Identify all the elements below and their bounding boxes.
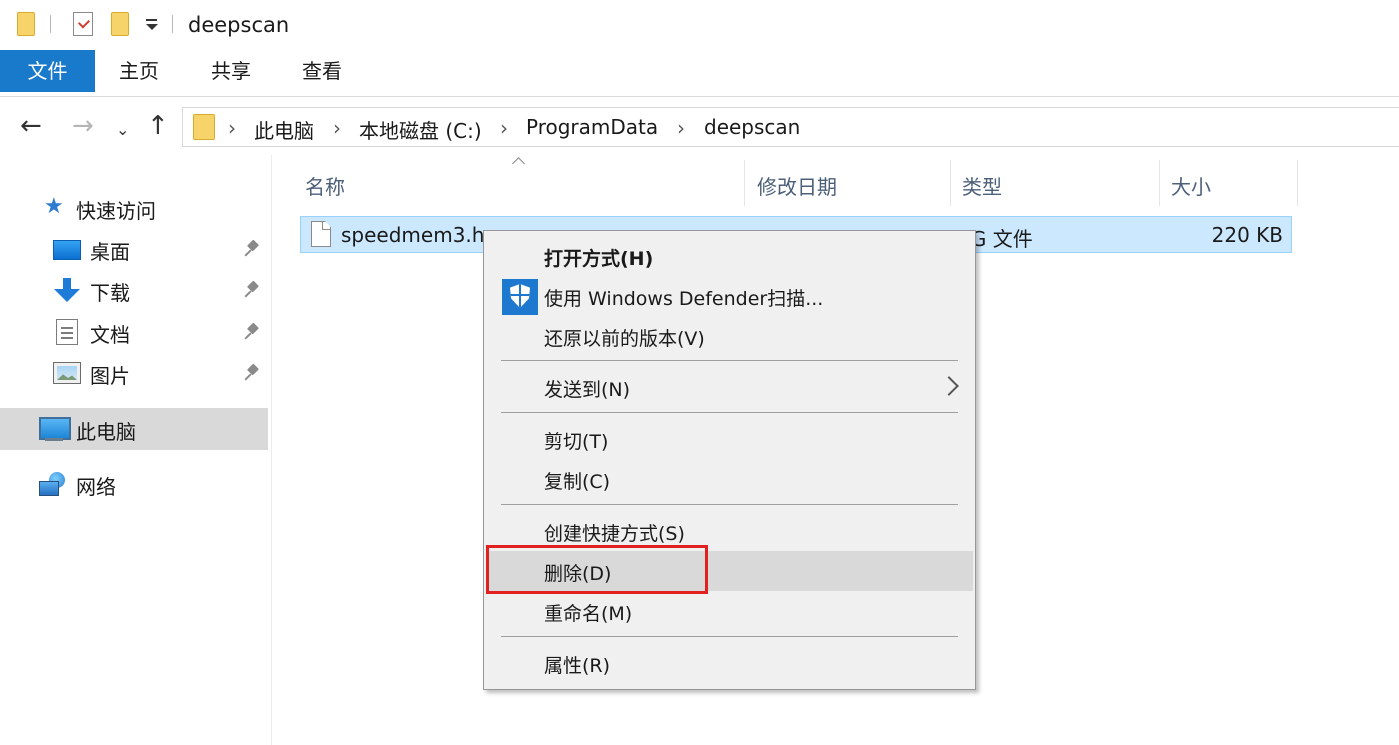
sidebar-item-label: 桌面	[90, 240, 130, 264]
sidebar-item-label: 文档	[90, 323, 130, 347]
folder-icon	[193, 114, 215, 140]
navigation-bar: ← → ⌄ ↑ › 此电脑 › 本地磁盘 (C:) › ProgramData …	[0, 98, 1399, 154]
breadcrumb-chevron-icon[interactable]: ›	[677, 116, 685, 140]
column-header-date-modified[interactable]: 修改日期	[757, 171, 837, 200]
menu-separator	[501, 504, 958, 505]
chevron-right-icon	[939, 376, 959, 396]
column-header-type[interactable]: 类型	[962, 171, 1002, 200]
sidebar-item-downloads[interactable]: 下载	[0, 269, 268, 311]
file-icon	[311, 221, 331, 247]
star-icon: ★	[44, 194, 64, 219]
network-icon	[39, 472, 69, 498]
menu-item-label: 打开方式(H)	[544, 248, 654, 270]
address-bar[interactable]: › 此电脑 › 本地磁盘 (C:) › ProgramData › deepsc…	[182, 107, 1399, 147]
menu-item-restore-versions[interactable]: 还原以前的版本(V)	[486, 316, 973, 356]
pin-icon[interactable]	[244, 281, 262, 299]
menu-separator	[501, 360, 958, 361]
file-size: 220 KB	[1211, 223, 1283, 247]
pictures-icon	[53, 362, 81, 384]
recent-locations-chevron-icon[interactable]: ⌄	[116, 116, 129, 144]
menu-item-label: 发送到(N)	[544, 379, 631, 401]
tab-file[interactable]: 文件	[0, 50, 95, 92]
breadcrumb-this-pc[interactable]: 此电脑	[254, 115, 314, 144]
forward-arrow-icon[interactable]: →	[72, 112, 94, 140]
menu-item-label: 属性(R)	[544, 655, 611, 677]
customize-toolbar-icon[interactable]	[146, 17, 158, 31]
ribbon-tabs: 文件 主页 共享 查看	[0, 50, 1399, 97]
properties-icon[interactable]	[73, 12, 93, 36]
window-title: deepscan	[188, 13, 290, 37]
menu-item-label: 使用 Windows Defender扫描...	[544, 288, 824, 310]
menu-item-rename[interactable]: 重命名(M)	[486, 591, 973, 631]
up-arrow-icon[interactable]: ↑	[147, 112, 169, 140]
sidebar-item-label: 图片	[90, 364, 130, 388]
breadcrumb-programdata[interactable]: ProgramData	[526, 115, 658, 139]
menu-separator	[501, 636, 958, 637]
toolbar-divider	[172, 15, 173, 33]
menu-item-properties[interactable]: 属性(R)	[486, 643, 973, 683]
documents-icon	[56, 319, 78, 345]
sidebar-item-quick-access[interactable]: ★ 快速访问	[0, 187, 268, 229]
highlight-annotation-box	[486, 545, 708, 594]
sidebar-item-network[interactable]: 网络	[0, 463, 268, 505]
sidebar-item-desktop[interactable]: 桌面	[0, 228, 268, 270]
file-name: speedmem3.h	[341, 223, 485, 247]
sidebar-item-label: 此电脑	[76, 420, 136, 444]
breadcrumb-deepscan[interactable]: deepscan	[704, 115, 800, 139]
breadcrumb-chevron-icon[interactable]: ›	[333, 116, 341, 140]
sidebar-item-label: 快速访问	[76, 199, 156, 223]
title-bar: deepscan	[0, 0, 1399, 50]
computer-icon	[39, 417, 71, 443]
menu-item-label: 创建快捷方式(S)	[544, 523, 685, 545]
sidebar-item-this-pc[interactable]: 此电脑	[0, 408, 268, 450]
tab-home[interactable]: 主页	[119, 50, 159, 92]
context-menu: 打开方式(H) 使用 Windows Defender扫描... 还原以前的版本…	[483, 230, 976, 690]
pin-icon[interactable]	[244, 364, 262, 382]
pin-icon[interactable]	[244, 240, 262, 258]
folder-icon	[17, 12, 35, 36]
menu-item-label: 还原以前的版本(V)	[544, 328, 705, 350]
back-arrow-icon[interactable]: ←	[20, 112, 42, 140]
breadcrumb-chevron-icon[interactable]: ›	[228, 116, 236, 140]
menu-item-label: 剪切(T)	[544, 431, 609, 453]
sidebar-item-documents[interactable]: 文档	[0, 311, 268, 353]
shield-icon	[502, 279, 538, 315]
column-header-size[interactable]: 大小	[1171, 171, 1211, 200]
sidebar-item-label: 网络	[76, 475, 116, 499]
sidebar-item-pictures[interactable]: 图片	[0, 352, 268, 394]
breadcrumb-chevron-icon[interactable]: ›	[500, 116, 508, 140]
menu-item-label: 复制(C)	[544, 471, 611, 493]
column-divider[interactable]	[744, 160, 745, 206]
sidebar-item-label: 下载	[90, 281, 130, 305]
tab-share[interactable]: 共享	[211, 50, 251, 92]
menu-item-open-with[interactable]: 打开方式(H)	[486, 236, 973, 276]
menu-separator	[501, 412, 958, 413]
column-header-name[interactable]: 名称	[305, 171, 345, 200]
download-icon	[53, 278, 81, 304]
sort-ascending-icon	[512, 156, 528, 166]
pin-icon[interactable]	[244, 323, 262, 341]
menu-item-defender-scan[interactable]: 使用 Windows Defender扫描...	[486, 276, 973, 316]
column-divider[interactable]	[950, 160, 951, 206]
tab-view[interactable]: 查看	[302, 50, 342, 92]
menu-item-label: 重命名(M)	[544, 603, 633, 625]
column-divider[interactable]	[1159, 160, 1160, 206]
menu-item-copy[interactable]: 复制(C)	[486, 459, 973, 499]
breadcrumb-local-disk[interactable]: 本地磁盘 (C:)	[359, 115, 482, 144]
new-folder-icon[interactable]	[111, 12, 129, 36]
column-divider[interactable]	[1297, 160, 1298, 206]
menu-item-send-to[interactable]: 发送到(N)	[486, 367, 973, 407]
desktop-icon	[53, 240, 81, 260]
navigation-pane: ★ 快速访问 桌面 下载 文档 图片 此电脑 网络	[0, 155, 272, 745]
menu-item-cut[interactable]: 剪切(T)	[486, 419, 973, 459]
toolbar-divider	[50, 15, 51, 33]
